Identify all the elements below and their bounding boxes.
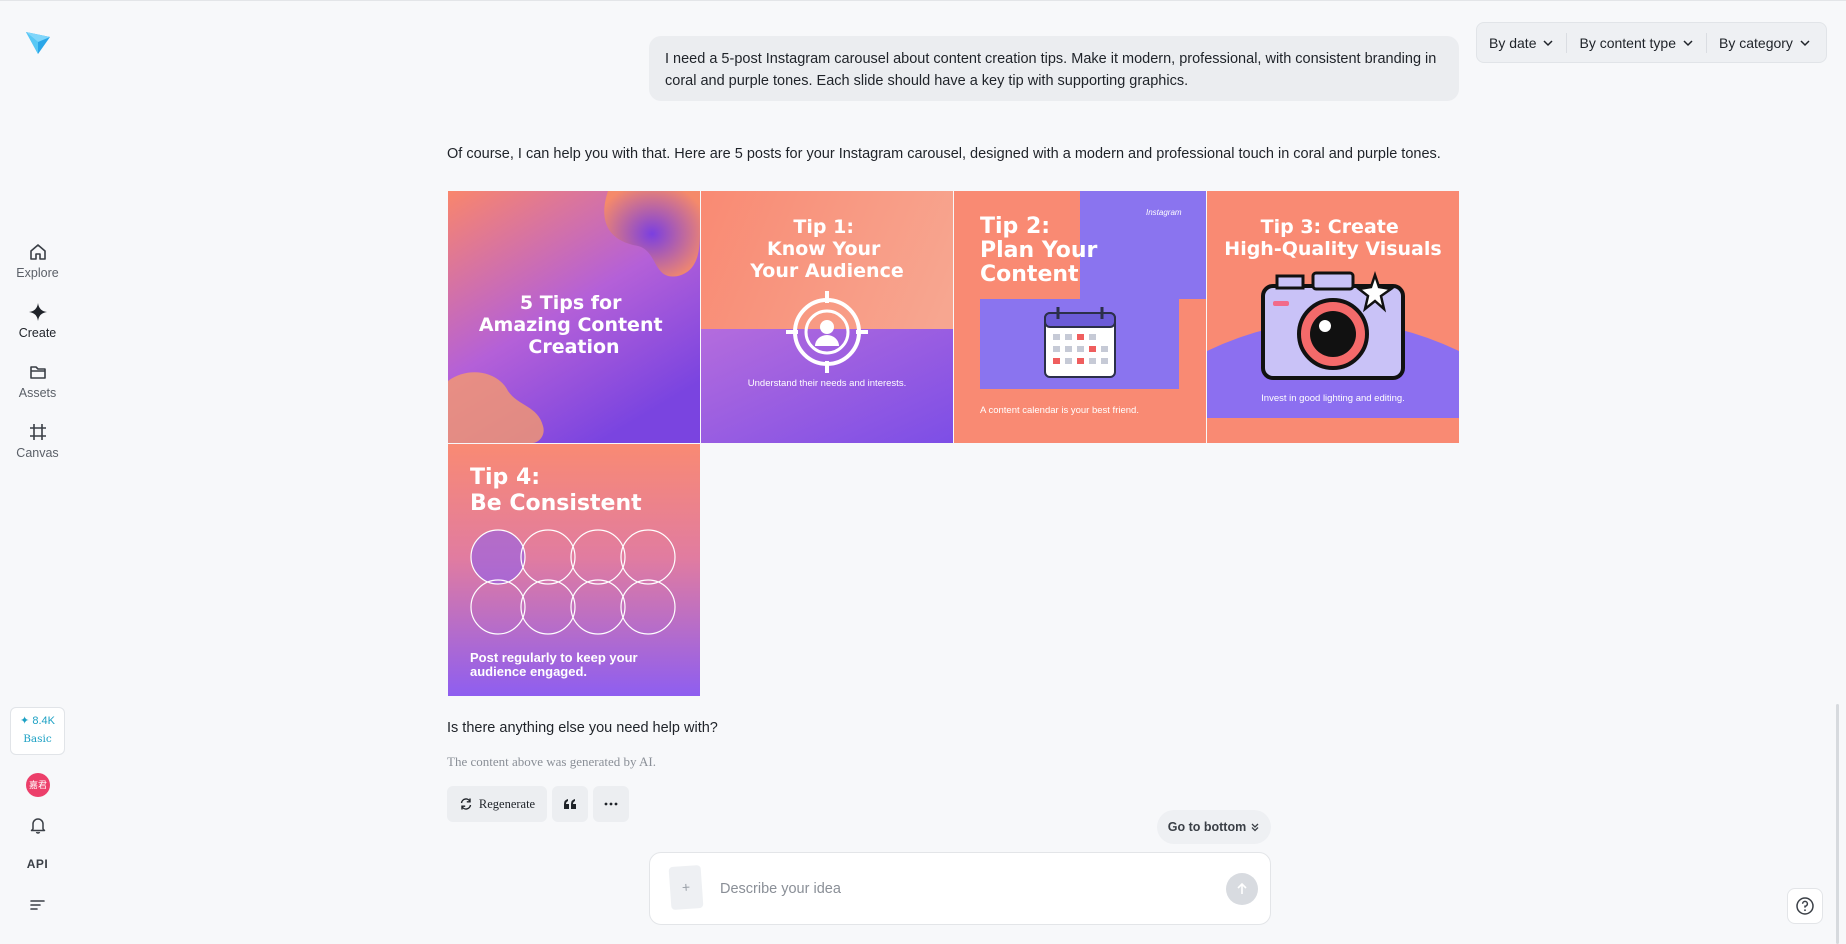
chevron-down-icon — [1683, 39, 1693, 46]
prompt-input[interactable] — [720, 877, 1200, 901]
filter-bar: By date By content type By category — [1476, 22, 1827, 63]
attach-button[interactable]: + — [668, 864, 704, 911]
filter-label: By content type — [1579, 34, 1676, 51]
carousel-image-tip-1[interactable]: Tip 1: Know Your Your Audience Understan… — [701, 191, 953, 443]
sparkle-icon — [28, 303, 47, 321]
tile-title: Amazing Content — [479, 314, 663, 336]
avatar[interactable]: 嘉君 — [26, 773, 50, 797]
regenerate-button[interactable]: Regenerate — [447, 786, 547, 822]
credits-badge[interactable]: ✦ 8.4K Basic — [10, 707, 65, 755]
tile-title: Be Consistent — [470, 491, 642, 516]
arrow-up-icon — [1237, 882, 1247, 894]
filter-label: By date — [1489, 34, 1537, 51]
top-border — [0, 0, 1846, 1]
tile-caption: Invest in good lighting and editing. — [1261, 393, 1405, 404]
tile-title: Know Your — [767, 238, 881, 260]
crop-icon — [29, 424, 46, 440]
sidebar-item-label: Create — [18, 326, 57, 340]
home-icon — [29, 244, 46, 260]
double-chevron-down-icon — [1251, 823, 1259, 832]
tile-title: High-Quality Visuals — [1224, 238, 1441, 260]
sidebar-item-assets[interactable]: Assets — [0, 361, 75, 400]
sidebar-item-create[interactable]: Create — [0, 301, 75, 340]
tile-caption: Post regularly to keep your — [470, 650, 638, 665]
ai-disclaimer: The content above was generated by AI. — [447, 754, 657, 769]
composer: + — [649, 852, 1271, 925]
refresh-icon — [460, 798, 472, 810]
calendar-icon — [1044, 307, 1116, 378]
more-icon — [604, 802, 618, 806]
filter-by-date[interactable]: By date — [1477, 23, 1566, 62]
api-link[interactable]: API — [0, 857, 75, 871]
carousel-image-tip-2[interactable]: Tip 2: Plan Your Content Instagram A con… — [954, 191, 1206, 443]
scrollbar[interactable] — [1836, 704, 1839, 944]
sidebar-item-canvas[interactable]: Canvas — [0, 421, 75, 460]
assistant-reply: Of course, I can help you with that. Her… — [447, 146, 1441, 162]
user-message: I need a 5-post Instagram carousel about… — [649, 36, 1459, 101]
tile-caption: audience engaged. — [470, 664, 587, 679]
tile-title: Creation — [528, 336, 619, 358]
send-button[interactable] — [1226, 873, 1258, 905]
carousel-image-cover[interactable]: 5 Tips for Amazing Content Creation — [448, 191, 700, 443]
bell-icon[interactable] — [27, 814, 49, 836]
sidebar-item-explore[interactable]: Explore — [0, 241, 75, 280]
tile-title: 5 Tips for — [520, 292, 622, 314]
menu-icon[interactable] — [27, 894, 49, 916]
filter-label: By category — [1719, 34, 1793, 51]
plan-tier: Basic — [23, 733, 52, 745]
go-to-bottom-button[interactable]: Go to bottom — [1157, 810, 1271, 844]
go-to-bottom-label: Go to bottom — [1167, 820, 1247, 834]
brand-mark: Instagram — [1146, 208, 1182, 217]
filter-by-content-type[interactable]: By content type — [1566, 32, 1706, 53]
filter-by-category[interactable]: By category — [1706, 32, 1823, 53]
tile-caption: Understand their needs and interests. — [748, 378, 906, 389]
chevron-down-icon — [1800, 39, 1810, 46]
tile-title: Tip 4: — [470, 465, 540, 490]
quote-icon — [564, 799, 576, 809]
tile-title: Tip 2: — [980, 214, 1050, 239]
credits-value: ✦ 8.4K — [20, 715, 55, 727]
tile-title: Plan Your — [980, 238, 1098, 263]
carousel-image-tip-4[interactable]: Tip 4: Be Consistent Post regularly to k… — [448, 444, 700, 696]
sidebar-item-label: Assets — [18, 386, 57, 400]
chevron-down-icon — [1543, 39, 1554, 46]
message-actions: Regenerate — [447, 786, 629, 822]
carousel-image-tip-3[interactable]: Tip 3: Create High-Quality Visuals Inves… — [1207, 191, 1459, 443]
more-options-button[interactable] — [593, 786, 629, 822]
quote-button[interactable] — [552, 786, 588, 822]
help-icon — [1796, 897, 1814, 915]
tile-title: Content — [980, 262, 1079, 287]
folder-icon — [29, 366, 46, 379]
sidebar: Explore Create Assets Canvas ✦ 8.4K Basi… — [0, 0, 75, 944]
help-button[interactable] — [1787, 888, 1823, 924]
regenerate-label: Regenerate — [478, 796, 536, 811]
image-grid: 5 Tips for Amazing Content Creation Tip … — [447, 190, 1459, 696]
sidebar-item-label: Canvas — [16, 446, 59, 460]
tile-title: Tip 1: — [793, 216, 854, 238]
app-logo-icon[interactable] — [24, 28, 52, 56]
tile-title: Your Audience — [749, 260, 903, 282]
tile-title: Tip 3: Create — [1261, 216, 1399, 238]
assistant-followup: Is there anything else you need help wit… — [447, 720, 718, 736]
camera-icon — [1261, 271, 1405, 380]
sidebar-item-label: Explore — [16, 266, 59, 280]
tile-caption: A content calendar is your best friend. — [980, 405, 1139, 416]
